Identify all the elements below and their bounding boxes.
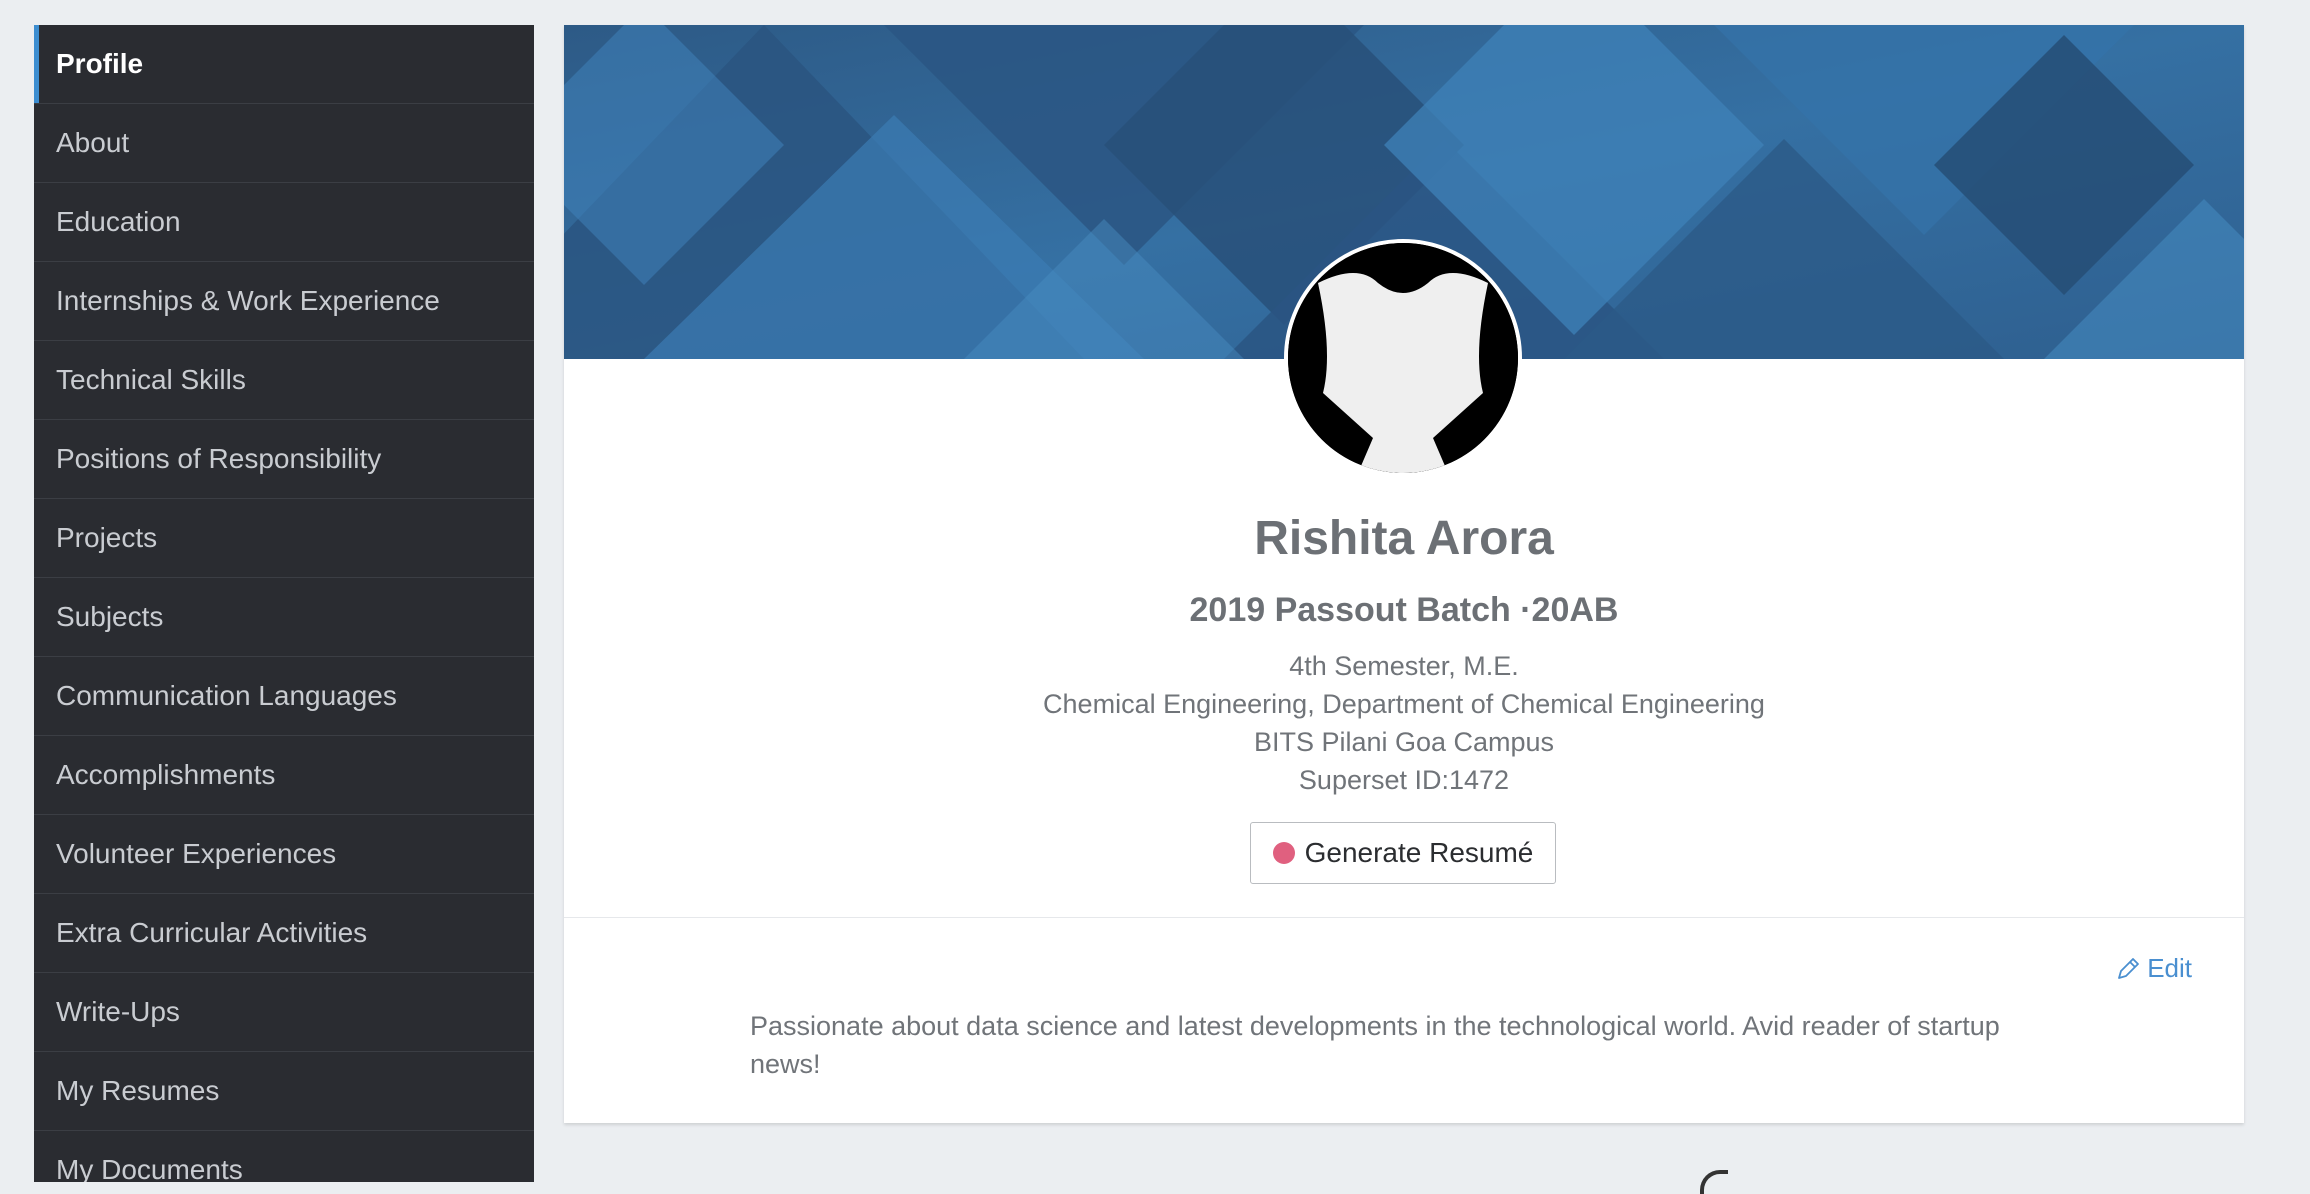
sidebar-item-extra-curricular[interactable]: Extra Curricular Activities: [34, 894, 534, 973]
sidebar-item-technical-skills[interactable]: Technical Skills: [34, 341, 534, 420]
sidebar-item-my-resumes[interactable]: My Resumes: [34, 1052, 534, 1131]
sidebar-item-label: Positions of Responsibility: [56, 443, 382, 474]
sidebar-item-label: My Resumes: [56, 1075, 220, 1106]
partial-glyph-icon: [1700, 1170, 1728, 1194]
sidebar-item-label: Internships & Work Experience: [56, 285, 440, 316]
profile-semester: 4th Semester, M.E.: [1289, 651, 1519, 681]
profile-info: Rishita Arora 2019 Passout Batch ·20AB 4…: [564, 515, 2244, 799]
sidebar-item-education[interactable]: Education: [34, 183, 534, 262]
profile-name: Rishita Arora: [1254, 512, 1554, 565]
sidebar-item-label: Subjects: [56, 601, 164, 632]
pencil-icon: [2118, 957, 2140, 979]
profile-superset-id: Superset ID:1472: [1298, 765, 1510, 795]
sidebar-item-volunteer[interactable]: Volunteer Experiences: [34, 815, 534, 894]
about-text: Passionate about data science and latest…: [750, 1011, 2000, 1079]
sidebar-item-label: Education: [56, 206, 181, 237]
sidebar-item-label: Volunteer Experiences: [56, 838, 337, 869]
sidebar-item-label: About: [56, 127, 130, 158]
generate-resume-label: Generate Resumé: [1304, 837, 1534, 868]
edit-label: Edit: [2147, 953, 2192, 983]
sidebar-item-subjects[interactable]: Subjects: [34, 578, 534, 657]
generate-resume-button[interactable]: Generate Resumé: [1250, 822, 1556, 884]
sidebar: Profile About Education Internships & Wo…: [34, 25, 534, 1182]
sidebar-item-communication-languages[interactable]: Communication Languages: [34, 657, 534, 736]
avatar[interactable]: [1284, 239, 1522, 477]
edit-about-link[interactable]: Edit: [2115, 953, 2192, 984]
sidebar-item-accomplishments[interactable]: Accomplishments: [34, 736, 534, 815]
section-divider: [564, 917, 2244, 918]
sidebar-item-profile[interactable]: Profile: [34, 25, 534, 104]
sidebar-item-internships[interactable]: Internships & Work Experience: [34, 262, 534, 341]
sidebar-item-label: My Documents: [56, 1154, 243, 1182]
sidebar-item-label: Technical Skills: [56, 364, 246, 395]
profile-card: Rishita Arora 2019 Passout Batch ·20AB 4…: [564, 25, 2244, 1123]
profile-campus: BITS Pilani Goa Campus: [1253, 727, 1555, 757]
profile-department: Chemical Engineering, Department of Chem…: [1043, 689, 1765, 719]
profile-batch: 2019 Passout Batch ·20AB: [1189, 591, 1619, 629]
sidebar-item-about[interactable]: About: [34, 104, 534, 183]
sidebar-item-write-ups[interactable]: Write-Ups: [34, 973, 534, 1052]
person-silhouette-icon: [1288, 243, 1518, 473]
profile-details: 4th Semester, M.E. Chemical Engineering,…: [564, 647, 2244, 799]
sidebar-item-label: Extra Curricular Activities: [56, 917, 368, 948]
sidebar-item-label: Accomplishments: [56, 759, 276, 790]
sidebar-item-label: Projects: [56, 522, 158, 553]
sidebar-item-label: Profile: [56, 48, 144, 79]
sidebar-item-my-documents[interactable]: My Documents: [34, 1131, 534, 1182]
sidebar-item-positions[interactable]: Positions of Responsibility: [34, 420, 534, 499]
resume-dot-icon: [1272, 842, 1295, 864]
sidebar-item-label: Communication Languages: [56, 680, 397, 711]
sidebar-item-projects[interactable]: Projects: [34, 499, 534, 578]
sidebar-item-label: Write-Ups: [56, 996, 180, 1027]
